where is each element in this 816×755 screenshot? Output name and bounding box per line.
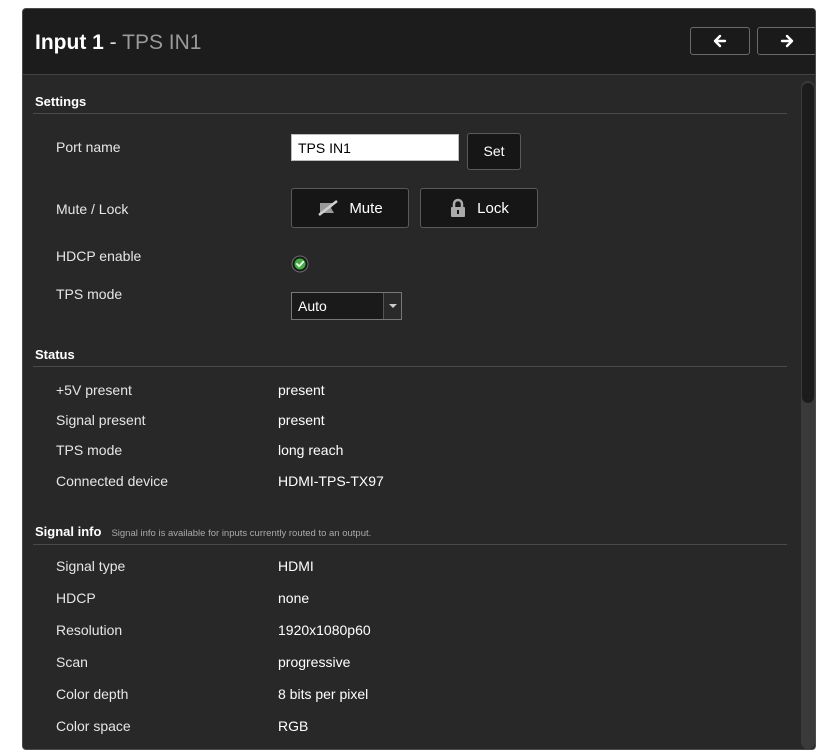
signal-row-value: 8 bits per pixel <box>278 686 369 702</box>
signal-row-value: HDMI <box>278 558 314 574</box>
signal-info-divider <box>33 544 787 545</box>
signal-info-note: Signal info is available for inputs curr… <box>111 528 372 539</box>
lock-icon <box>451 198 466 217</box>
tps-mode-value: Auto <box>298 298 327 314</box>
port-name-label: Port name <box>56 139 121 155</box>
page-title: Input 1 - TPS IN1 <box>35 31 201 55</box>
next-input-button[interactable] <box>757 27 815 55</box>
previous-input-button[interactable] <box>690 27 750 55</box>
status-row-value: present <box>278 412 325 428</box>
signal-row-label: HDCP <box>56 590 96 606</box>
tps-mode-label: TPS mode <box>56 286 123 302</box>
signal-info-title: Signal info <box>35 524 102 539</box>
status-row-value: long reach <box>278 442 344 458</box>
mute-button[interactable]: Mute <box>291 188 409 228</box>
signal-row-label: Color depth <box>56 686 129 702</box>
mute-icon <box>318 200 339 216</box>
scrollbar-thumb[interactable] <box>802 83 814 403</box>
lock-button[interactable]: Lock <box>420 188 538 228</box>
signal-row-value: RGB <box>278 718 309 734</box>
lock-label: Lock <box>477 199 509 217</box>
panel-header: Input 1 - TPS IN1 <box>23 9 815 75</box>
status-row-label: Connected device <box>56 473 169 489</box>
status-row-value: HDMI-TPS-TX97 <box>278 473 384 489</box>
arrow-left-icon <box>713 34 727 48</box>
status-row-label: TPS mode <box>56 442 123 458</box>
status-divider <box>33 366 787 367</box>
arrow-right-icon <box>780 34 794 48</box>
hdcp-enable-checkbox[interactable] <box>291 255 309 273</box>
set-port-name-button[interactable]: Set <box>467 133 521 170</box>
status-row-label: Signal present <box>56 412 146 428</box>
signal-row-label: Resolution <box>56 622 123 638</box>
title-separator: - <box>103 31 123 54</box>
settings-divider <box>33 113 787 114</box>
settings-section-title: Settings <box>35 94 87 109</box>
signal-row-label: Scan <box>56 654 88 670</box>
title-sub: TPS IN1 <box>122 31 202 54</box>
signal-row-value: 1920x1080p60 <box>278 622 371 638</box>
signal-info-section-title: Signal info Signal info is available for … <box>35 524 371 539</box>
signal-row-value: progressive <box>278 654 351 670</box>
mute-label: Mute <box>349 199 383 217</box>
status-section-title: Status <box>35 347 75 362</box>
input-panel: Input 1 - TPS IN1 Settings Port name Set… <box>22 8 816 750</box>
hdcp-enable-label: HDCP enable <box>56 248 142 264</box>
status-row-value: present <box>278 382 325 398</box>
mute-lock-label: Mute / Lock <box>56 201 129 217</box>
vertical-scrollbar[interactable] <box>801 81 815 749</box>
tps-mode-select[interactable]: Auto <box>291 292 402 320</box>
title-main: Input 1 <box>35 31 104 54</box>
chevron-down-icon <box>383 293 401 319</box>
status-row-label: +5V present <box>56 382 132 398</box>
signal-row-label: Signal type <box>56 558 126 574</box>
port-name-input[interactable] <box>291 134 459 161</box>
signal-row-label: Color space <box>56 718 131 734</box>
signal-row-value: none <box>278 590 310 606</box>
